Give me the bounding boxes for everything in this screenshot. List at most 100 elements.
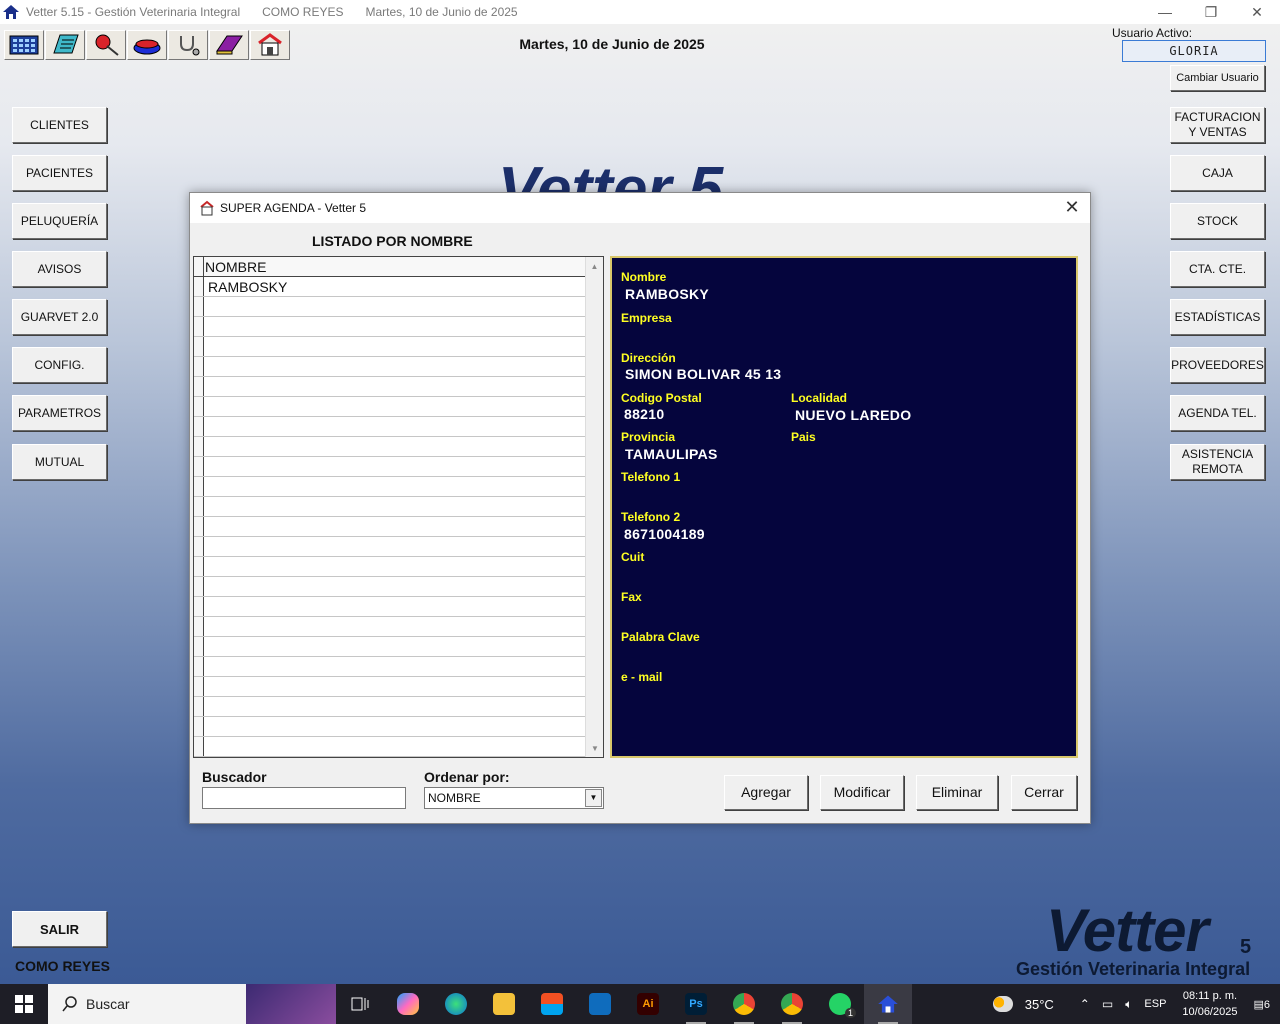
cerrar-button[interactable]: Cerrar [1011, 775, 1077, 810]
table-row[interactable] [194, 717, 586, 737]
pais-label: Pais [791, 430, 816, 444]
store-app[interactable] [528, 984, 576, 1024]
dialog-close-button[interactable]: ✕ [1062, 197, 1082, 217]
photoshop-app[interactable]: Ps [672, 984, 720, 1024]
table-row[interactable] [194, 497, 586, 517]
ordenar-select[interactable]: NOMBRE ▼ [424, 787, 604, 809]
table-cell [204, 417, 586, 436]
folder-icon [493, 993, 515, 1015]
weather-icon[interactable] [992, 996, 1013, 1012]
cta-cte-button[interactable]: CTA. CTE. [1170, 251, 1265, 287]
whatsapp-badge: 1 [844, 1008, 856, 1018]
table-cell [204, 577, 586, 596]
scroll-down-icon[interactable]: ▼ [586, 739, 603, 757]
notifications-icon[interactable]: ▤6 [1253, 998, 1270, 1011]
table-row[interactable] [194, 397, 586, 417]
clientes-button[interactable]: CLIENTES [12, 107, 107, 143]
table-row[interactable] [194, 557, 586, 577]
asistencia-remota-button[interactable]: ASISTENCIA REMOTA [1170, 444, 1265, 480]
grid-scrollbar[interactable]: ▲ ▼ [585, 257, 603, 757]
window-company: COMO REYES [262, 5, 344, 19]
window-title: Vetter 5.15 - Gestión Veterinaria Integr… [26, 5, 241, 19]
mutual-button[interactable]: MUTUAL [12, 444, 107, 480]
column-nombre[interactable]: NOMBRE [204, 257, 586, 276]
table-row[interactable] [194, 637, 586, 657]
table-row[interactable] [194, 417, 586, 437]
table-row[interactable]: RAMBOSKY [194, 277, 586, 297]
contacts-grid[interactable]: NOMBRE RAMBOSKY ▲ ▼ [193, 256, 604, 758]
chevron-down-icon[interactable]: ▼ [585, 789, 602, 807]
restore-button[interactable]: ❐ [1188, 0, 1234, 24]
edge-app[interactable] [432, 984, 480, 1024]
table-cell [204, 437, 586, 456]
table-row[interactable] [194, 337, 586, 357]
pacientes-button[interactable]: PACIENTES [12, 155, 107, 191]
temperature[interactable]: 35°C [1025, 997, 1054, 1012]
minimize-button[interactable]: — [1142, 0, 1188, 24]
edge-icon [445, 993, 467, 1015]
table-row[interactable] [194, 297, 586, 317]
table-row[interactable] [194, 737, 586, 757]
list-heading: LISTADO POR NOMBRE [312, 233, 473, 249]
facturacion-button[interactable]: FACTURACION Y VENTAS [1170, 107, 1265, 143]
table-row[interactable] [194, 357, 586, 377]
company-name: COMO REYES [15, 958, 110, 974]
table-row[interactable] [194, 377, 586, 397]
table-row[interactable] [194, 617, 586, 637]
eliminar-button[interactable]: Eliminar [916, 775, 998, 810]
table-row[interactable] [194, 597, 586, 617]
vetter-app[interactable] [864, 984, 912, 1024]
network-icon[interactable]: ▭ [1102, 997, 1113, 1011]
table-row[interactable] [194, 677, 586, 697]
chevron-up-icon[interactable]: ⌃ [1080, 997, 1090, 1011]
buscador-input[interactable] [202, 787, 406, 809]
close-window-button[interactable]: ✕ [1234, 0, 1280, 24]
guarvet-button[interactable]: GUARVET 2.0 [12, 299, 107, 335]
agenda-tel-button[interactable]: AGENDA TEL. [1170, 395, 1265, 431]
peluqueria-button[interactable]: PELUQUERÍA [12, 203, 107, 239]
table-row[interactable] [194, 537, 586, 557]
outlook-app[interactable] [576, 984, 624, 1024]
table-row[interactable] [194, 657, 586, 677]
stock-button[interactable]: STOCK [1170, 203, 1265, 239]
copilot-app[interactable] [384, 984, 432, 1024]
email-label: e - mail [621, 670, 663, 684]
illustrator-app[interactable]: Ai [624, 984, 672, 1024]
store-icon [541, 993, 563, 1015]
table-row[interactable] [194, 577, 586, 597]
table-row[interactable] [194, 317, 586, 337]
table-cell [204, 657, 586, 676]
notifications-count: 6 [1263, 998, 1270, 1011]
table-cell [204, 557, 586, 576]
caja-button[interactable]: CAJA [1170, 155, 1265, 191]
agregar-button[interactable]: Agregar [724, 775, 808, 810]
start-button[interactable] [0, 984, 48, 1024]
whatsapp-app[interactable]: 1 [816, 984, 864, 1024]
clock[interactable]: 08:11 p. m. 10/06/2025 [1182, 988, 1237, 1020]
estadisticas-button[interactable]: ESTADÍSTICAS [1170, 299, 1265, 335]
change-user-button[interactable]: Cambiar Usuario [1170, 65, 1265, 91]
table-row[interactable] [194, 457, 586, 477]
explorer-app[interactable] [480, 984, 528, 1024]
parametros-button[interactable]: PARAMETROS [12, 395, 107, 431]
vetter-logo-subtitle: Gestión Veterinaria Integral [1016, 959, 1251, 979]
modificar-button[interactable]: Modificar [820, 775, 904, 810]
volume-icon[interactable]: 🔈︎ [1125, 997, 1132, 1012]
telefono2-value: 8671004189 [624, 526, 705, 542]
taskbar-search[interactable]: Buscar [48, 984, 336, 1024]
windows-icon [15, 995, 33, 1013]
avisos-button[interactable]: AVISOS [12, 251, 107, 287]
salir-button[interactable]: SALIR [12, 911, 107, 947]
language-indicator[interactable]: ESP [1144, 998, 1166, 1010]
config-button[interactable]: CONFIG. [12, 347, 107, 383]
table-row[interactable] [194, 697, 586, 717]
table-row[interactable] [194, 437, 586, 457]
table-row[interactable] [194, 517, 586, 537]
proveedores-button[interactable]: PROVEEDORES [1170, 347, 1265, 383]
chrome-profile-app[interactable] [768, 984, 816, 1024]
super-agenda-dialog: SUPER AGENDA - Vetter 5 ✕ LISTADO POR NO… [189, 192, 1091, 824]
scroll-up-icon[interactable]: ▲ [586, 257, 603, 275]
task-view-button[interactable] [336, 984, 384, 1024]
chrome-app[interactable] [720, 984, 768, 1024]
table-row[interactable] [194, 477, 586, 497]
